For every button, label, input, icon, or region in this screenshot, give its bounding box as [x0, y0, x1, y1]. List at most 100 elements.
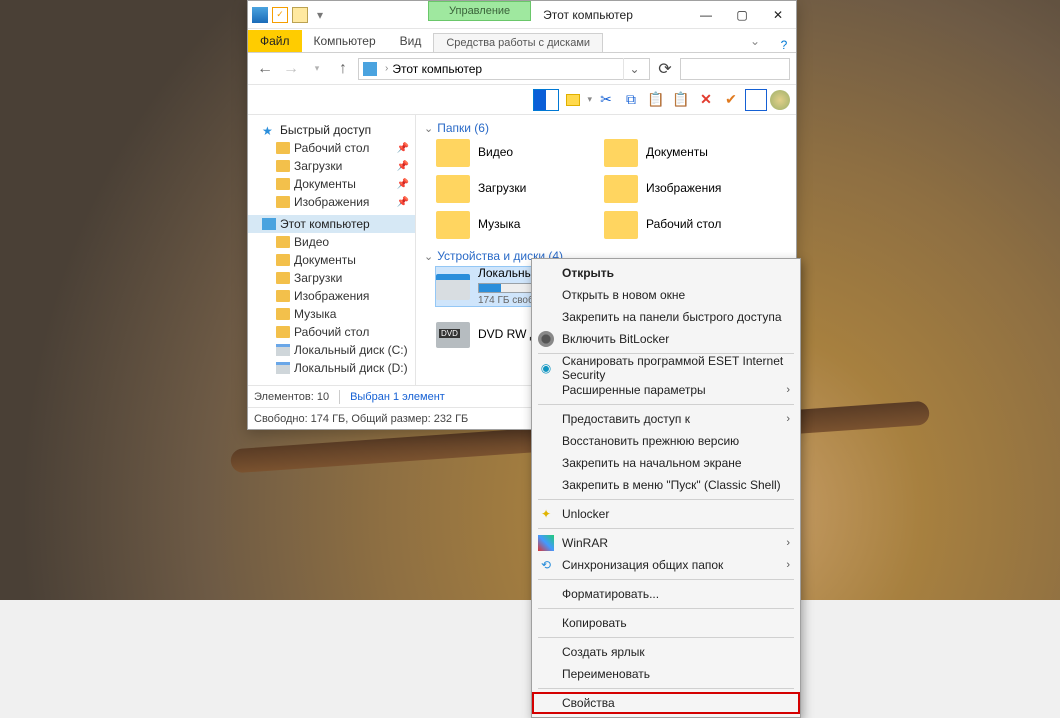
- ctx-separator: [538, 688, 794, 689]
- copy-icon[interactable]: ⧉: [620, 89, 642, 111]
- pc-icon: [262, 218, 276, 230]
- ctx-separator: [538, 404, 794, 405]
- dvd-icon: [436, 322, 470, 348]
- close-button[interactable]: ✕: [760, 1, 796, 28]
- ctx-separator: [538, 608, 794, 609]
- winrar-icon: [538, 535, 554, 551]
- ctx-grant-access[interactable]: Предоставить доступ к›: [532, 408, 800, 430]
- sync-icon: ⟲: [538, 557, 554, 573]
- eset-icon: ◉: [538, 360, 554, 376]
- group-folders-header[interactable]: Папки (6): [422, 119, 794, 139]
- tree-this-pc[interactable]: Этот компьютер: [248, 215, 415, 233]
- tree-desktop[interactable]: Рабочий стол📌: [248, 139, 415, 157]
- ctx-advanced-params[interactable]: Расширенные параметры›: [532, 379, 800, 401]
- ctx-open-new-window[interactable]: Открыть в новом окне: [532, 284, 800, 306]
- tree-downloads2[interactable]: Загрузки: [248, 269, 415, 287]
- tree-local-d[interactable]: Локальный диск (D:): [248, 359, 415, 377]
- back-button[interactable]: ←: [254, 58, 276, 80]
- tree-pictures[interactable]: Изображения📌: [248, 193, 415, 211]
- help-icon[interactable]: ?: [772, 38, 796, 52]
- navigation-tree: ★Быстрый доступ Рабочий стол📌 Загрузки📌 …: [248, 115, 416, 385]
- tile-downloads[interactable]: Загрузки: [436, 175, 586, 203]
- minimize-button[interactable]: —: [688, 1, 724, 28]
- tree-documents[interactable]: Документы📌: [248, 175, 415, 193]
- pin-icon: 📌: [397, 143, 409, 154]
- select-all-icon[interactable]: [745, 89, 767, 111]
- quick-access-toolbar: ✓ ▾: [248, 1, 332, 28]
- qat-dropdown-icon[interactable]: ▾: [312, 7, 328, 23]
- ctx-pin-quick-access[interactable]: Закрепить на панели быстрого доступа: [532, 306, 800, 328]
- ctx-restore-previous[interactable]: Восстановить прежнюю версию: [532, 430, 800, 452]
- cut-icon[interactable]: ✂: [595, 89, 617, 111]
- ribbon-collapse-icon[interactable]: ⌄: [738, 30, 772, 52]
- folder-icon: [276, 326, 290, 338]
- tree-videos[interactable]: Видео: [248, 233, 415, 251]
- ctx-separator: [538, 637, 794, 638]
- pin-icon: 📌: [397, 179, 409, 190]
- tree-downloads[interactable]: Загрузки📌: [248, 157, 415, 175]
- explorer-icon: [252, 7, 268, 23]
- ribbon-file-tab[interactable]: Файл: [248, 30, 302, 52]
- new-folder-tool-icon[interactable]: [562, 89, 584, 111]
- ribbon-view-tab[interactable]: Вид: [388, 30, 434, 52]
- ctx-sync-shared[interactable]: ⟲Синхронизация общих папок›: [532, 554, 800, 576]
- ctx-properties[interactable]: Свойства: [532, 692, 800, 714]
- ribbon-context-tab[interactable]: Управление: [428, 1, 531, 21]
- qat-properties-icon[interactable]: ✓: [272, 7, 288, 23]
- ctx-bitlocker[interactable]: Включить BitLocker: [532, 328, 800, 350]
- ribbon-context-tools[interactable]: Средства работы с дисками: [433, 33, 603, 52]
- tile-pictures[interactable]: Изображения: [604, 175, 754, 203]
- ctx-create-shortcut[interactable]: Создать ярлык: [532, 641, 800, 663]
- folder-icon: [276, 308, 290, 320]
- user-avatar-icon[interactable]: [770, 90, 790, 110]
- this-pc-icon: [363, 62, 377, 76]
- qat-newfolder-icon[interactable]: [292, 7, 308, 23]
- refresh-button[interactable]: ⟳: [654, 58, 676, 80]
- ctx-open[interactable]: Открыть: [532, 262, 800, 284]
- pin-icon: 📌: [397, 197, 409, 208]
- tile-music[interactable]: Музыка: [436, 211, 586, 239]
- view-toggle-icon[interactable]: [533, 89, 559, 111]
- breadcrumb-this-pc[interactable]: Этот компьютер: [392, 62, 482, 76]
- recent-dropdown[interactable]: ▾: [306, 58, 328, 80]
- paste-icon[interactable]: 📋: [645, 89, 667, 111]
- ctx-eset-scan[interactable]: ◉Сканировать программой ESET Internet Se…: [532, 357, 800, 379]
- delete-icon[interactable]: ✕: [695, 89, 717, 111]
- tile-desktop[interactable]: Рабочий стол: [604, 211, 754, 239]
- up-button[interactable]: ↑: [332, 58, 354, 80]
- tree-local-c[interactable]: Локальный диск (C:): [248, 341, 415, 359]
- ctx-copy[interactable]: Копировать: [532, 612, 800, 634]
- address-dropdown-icon[interactable]: ⌄: [623, 58, 645, 80]
- folder-icon: [436, 211, 470, 239]
- ctx-unlocker[interactable]: ✦Unlocker: [532, 503, 800, 525]
- tree-desktop2[interactable]: Рабочий стол: [248, 323, 415, 341]
- tree-pictures2[interactable]: Изображения: [248, 287, 415, 305]
- folder-icon: [276, 142, 290, 154]
- folder-icon: [276, 272, 290, 284]
- ctx-rename[interactable]: Переименовать: [532, 663, 800, 685]
- address-bar[interactable]: › Этот компьютер ⌄: [358, 58, 650, 80]
- forward-button[interactable]: →: [280, 58, 302, 80]
- apply-icon[interactable]: ✔: [720, 89, 742, 111]
- window-title: Этот компьютер: [531, 1, 688, 28]
- status-selection: Выбран 1 элемент: [350, 391, 445, 403]
- search-input[interactable]: [680, 58, 790, 80]
- ctx-winrar[interactable]: WinRAR›: [532, 532, 800, 554]
- tree-documents2[interactable]: Документы: [248, 251, 415, 269]
- tile-videos[interactable]: Видео: [436, 139, 586, 167]
- tree-quick-access[interactable]: ★Быстрый доступ: [248, 121, 415, 139]
- tree-music[interactable]: Музыка: [248, 305, 415, 323]
- desktop-background: ✓ ▾ Управление Этот компьютер — ▢ ✕ Файл…: [0, 0, 1060, 600]
- tile-documents[interactable]: Документы: [604, 139, 754, 167]
- folder-icon: [604, 175, 638, 203]
- breadcrumb-chevron-icon[interactable]: ›: [381, 63, 392, 74]
- ctx-pin-start[interactable]: Закрепить на начальном экране: [532, 452, 800, 474]
- ribbon-computer-tab[interactable]: Компьютер: [302, 30, 388, 52]
- bitlocker-icon: [538, 331, 554, 347]
- ctx-format[interactable]: Форматировать...: [532, 583, 800, 605]
- ctx-pin-classic-shell[interactable]: Закрепить в меню "Пуск" (Classic Shell): [532, 474, 800, 496]
- paste-alt-icon[interactable]: 📋: [670, 89, 692, 111]
- tool-dropdown-icon[interactable]: ▾: [587, 94, 592, 105]
- unlocker-icon: ✦: [538, 506, 554, 522]
- maximize-button[interactable]: ▢: [724, 1, 760, 28]
